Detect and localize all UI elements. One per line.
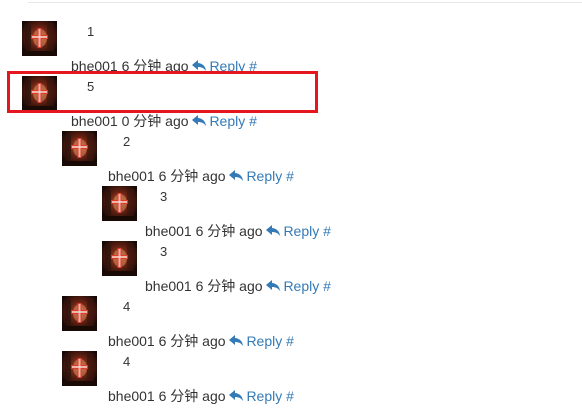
reply-label: Reply [283,278,320,294]
comment-body: 1 [87,24,95,39]
reply-button[interactable]: Reply [266,223,319,239]
comment-author[interactable]: bhe001 [145,277,192,295]
comment-item: 2 bhe001 6 分钟 ago Reply # [0,131,582,186]
reply-label: Reply [209,113,246,129]
reply-icon [229,170,244,182]
comment-meta: bhe001 6 分钟 ago Reply # [145,277,331,295]
comment-item: 5 bhe001 0 分钟 ago Reply # [0,76,582,131]
comment-item: 3 bhe001 6 分钟 ago Reply # [0,241,582,296]
reply-icon [229,390,244,402]
comment-author[interactable]: bhe001 [145,222,192,240]
comment-meta: bhe001 6 分钟 ago Reply # [108,167,294,185]
comment-body: 3 [160,189,168,204]
comment-meta: bhe001 6 分钟 ago Reply # [108,387,294,405]
reply-icon [266,280,281,292]
comment-body: 3 [160,244,168,259]
comment-author[interactable]: bhe001 [71,57,118,75]
permalink[interactable]: # [286,168,294,184]
reply-icon [192,60,207,72]
comment-meta: bhe001 6 分钟 ago Reply # [145,222,331,240]
comment-meta: bhe001 0 分钟 ago Reply # [71,112,257,130]
avatar-icon[interactable] [102,241,137,276]
avatar-icon[interactable] [62,296,97,331]
comment-item: 1 bhe001 6 分钟 ago Reply # [0,21,582,76]
reply-button[interactable]: Reply [192,58,245,74]
reply-button[interactable]: Reply [229,388,282,404]
permalink[interactable]: # [323,223,331,239]
avatar-icon[interactable] [102,186,137,221]
permalink[interactable]: # [286,388,294,404]
permalink[interactable]: # [323,278,331,294]
comment-item: 3 bhe001 6 分钟 ago Reply # [0,186,582,241]
reply-icon [229,335,244,347]
reply-icon [266,225,281,237]
comment-time: 6 分钟 ago [195,278,263,294]
reply-label: Reply [246,168,283,184]
comment-body: 4 [123,299,131,314]
comment-author[interactable]: bhe001 [71,112,118,130]
permalink[interactable]: # [249,58,257,74]
reply-button[interactable]: Reply [266,278,319,294]
comment-time: 6 分钟 ago [121,58,189,74]
comment-time: 6 分钟 ago [158,388,226,404]
comment-item: 4 bhe001 6 分钟 ago Reply # [0,351,582,406]
reply-label: Reply [246,333,283,349]
reply-button[interactable]: Reply [192,113,245,129]
permalink[interactable]: # [249,113,257,129]
avatar-icon[interactable] [22,76,57,111]
comment-author[interactable]: bhe001 [108,387,155,405]
comment-time: 6 分钟 ago [158,168,226,184]
reply-button[interactable]: Reply [229,168,282,184]
comment-time: 6 分钟 ago [158,333,226,349]
permalink[interactable]: # [286,333,294,349]
reply-icon [192,115,207,127]
comment-meta: bhe001 6 分钟 ago Reply # [71,57,257,75]
reply-button[interactable]: Reply [229,333,282,349]
avatar-icon[interactable] [62,131,97,166]
comment-item: 4 bhe001 6 分钟 ago Reply # [0,296,582,351]
reply-label: Reply [246,388,283,404]
avatar-icon[interactable] [62,351,97,386]
comment-author[interactable]: bhe001 [108,332,155,350]
comment-time: 6 分钟 ago [195,223,263,239]
comment-body: 4 [123,354,131,369]
comment-body: 5 [87,79,95,94]
top-divider [28,2,582,3]
reply-label: Reply [283,223,320,239]
avatar-icon[interactable] [22,21,57,56]
comment-meta: bhe001 6 分钟 ago Reply # [108,332,294,350]
comment-time: 0 分钟 ago [121,113,189,129]
reply-label: Reply [209,58,246,74]
comment-author[interactable]: bhe001 [108,167,155,185]
comment-body: 2 [123,134,131,149]
